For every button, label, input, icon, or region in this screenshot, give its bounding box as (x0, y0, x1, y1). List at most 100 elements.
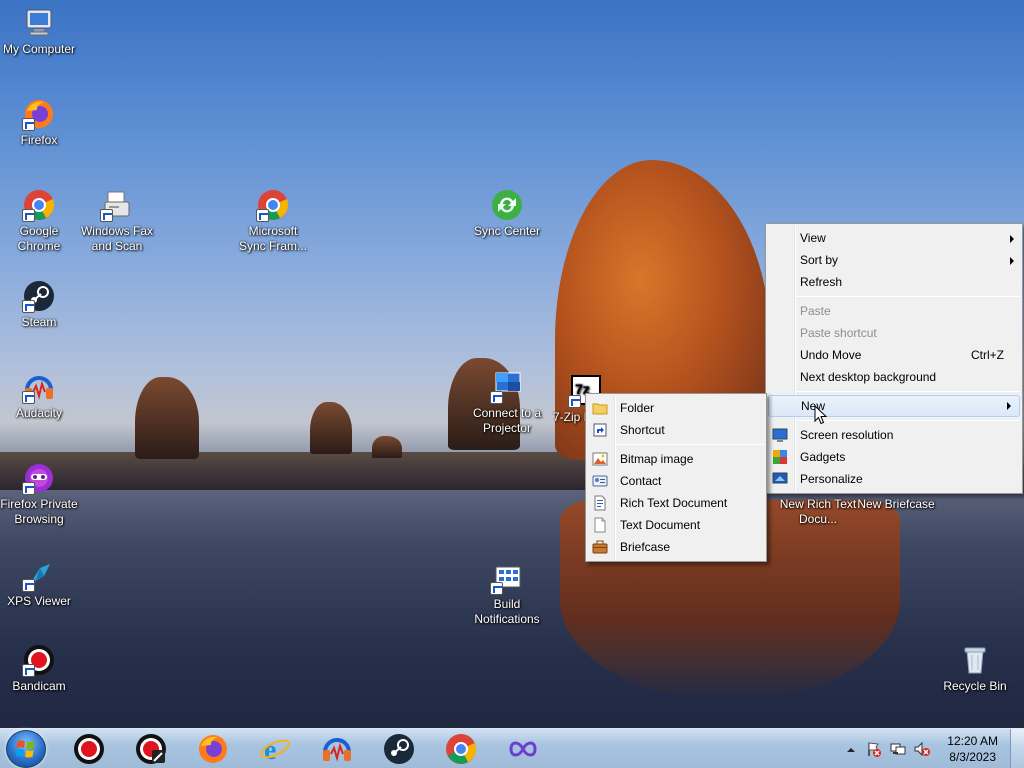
taskbar-chrome[interactable] (444, 732, 478, 766)
bandicam-icon (22, 643, 56, 677)
steam-icon (384, 734, 414, 764)
desktop-icon-new-rich-text[interactable]: New Rich Text Docu... (779, 497, 857, 527)
start-button[interactable] (6, 730, 46, 768)
shortcut-arrow-icon (568, 395, 581, 408)
submenu-item-rich-text[interactable]: Rich Text Document (586, 492, 766, 514)
clock-date: 8/3/2023 (949, 750, 996, 764)
chrome-icon (446, 734, 477, 764)
network-icon[interactable] (890, 741, 906, 757)
desktop-icon-steam[interactable]: Steam (0, 279, 78, 330)
shortcut-arrow-icon (22, 391, 35, 404)
audacity-icon (323, 738, 351, 762)
menu-item-undo-move[interactable]: Undo Move Ctrl+Z (766, 344, 1022, 366)
menu-item-screen-resolution[interactable]: Screen resolution (766, 424, 1022, 446)
desktop-icon-bandicam[interactable]: Bandicam (0, 643, 78, 694)
rich-text-document-icon (592, 495, 608, 511)
folder-icon (592, 400, 608, 416)
screen-resolution-icon (772, 427, 788, 443)
desktop-icon-firefox[interactable]: Firefox (0, 97, 78, 148)
desktop-context-menu: View Sort by Refresh Paste Paste shortcu… (765, 223, 1023, 494)
recycle-bin-icon (958, 643, 992, 677)
menu-separator (796, 296, 1020, 297)
submenu-arrow-icon (1010, 257, 1014, 265)
submenu-item-briefcase[interactable]: Briefcase (586, 536, 766, 558)
desktop[interactable]: My Computer Firefox Google Chrome Steam … (0, 0, 1024, 728)
shortcut-arrow-icon (490, 582, 503, 595)
firefox-icon (199, 735, 227, 763)
submenu-item-folder[interactable]: Folder (586, 397, 766, 419)
desktop-icon-sync-center[interactable]: Sync Center (468, 188, 546, 239)
wallpaper-shore (0, 452, 600, 490)
firefox-icon (22, 97, 56, 131)
desktop-icon-audacity[interactable]: Audacity (0, 370, 78, 421)
submenu-item-bitmap[interactable]: Bitmap image (586, 448, 766, 470)
xps-viewer-icon (22, 558, 56, 592)
taskbar-internet-explorer[interactable]: e (258, 732, 292, 766)
menu-item-paste-shortcut[interactable]: Paste shortcut (766, 322, 1022, 344)
desktop-icon-recycle-bin[interactable]: Recycle Bin (936, 643, 1014, 694)
action-center-flag-icon[interactable] (866, 741, 882, 757)
taskbar-bandicam-settings[interactable] (134, 732, 168, 766)
wallpaper-rock (135, 377, 199, 459)
menu-item-view[interactable]: View (766, 227, 1022, 249)
taskbar-sync[interactable] (506, 732, 540, 766)
volume-muted-icon[interactable] (914, 741, 930, 757)
projector-icon (490, 370, 524, 404)
taskbar-audacity[interactable] (320, 732, 354, 766)
shortcut-arrow-icon (22, 209, 35, 222)
submenu-arrow-icon (1007, 402, 1011, 410)
shortcut-arrow-icon (22, 300, 35, 313)
show-desktop-button[interactable] (1010, 729, 1024, 768)
text-document-icon (592, 517, 608, 533)
desktop-icon-new-briefcase[interactable]: New Briefcase (857, 497, 935, 512)
bandicam-settings-icon (136, 734, 166, 764)
chrome-icon (256, 188, 290, 222)
shortcut-arrow-icon (22, 118, 35, 131)
sync-center-icon (490, 188, 524, 222)
menu-item-refresh[interactable]: Refresh (766, 271, 1022, 293)
submenu-item-shortcut[interactable]: Shortcut (586, 419, 766, 441)
shortcut-arrow-icon (22, 482, 35, 495)
menu-item-sort-by[interactable]: Sort by (766, 249, 1022, 271)
submenu-item-contact[interactable]: Contact (586, 470, 766, 492)
menu-item-paste[interactable]: Paste (766, 300, 1022, 322)
menu-item-gadgets[interactable]: Gadgets (766, 446, 1022, 468)
windows-logo-icon (15, 740, 35, 758)
menu-item-new[interactable]: New (768, 395, 1020, 417)
show-hidden-icons-icon[interactable] (846, 745, 856, 755)
wallpaper-rock (372, 436, 402, 458)
desktop-icon-connect-projector[interactable]: Connect to a Projector (468, 370, 546, 436)
desktop-icon-windows-fax-scan[interactable]: Windows Fax and Scan (78, 188, 156, 254)
desktop-icon-build-notifications[interactable]: Build Notifications (468, 561, 546, 627)
menu-separator (796, 420, 1020, 421)
menu-separator (616, 444, 764, 445)
system-clock[interactable]: 12:20 AM 8/3/2023 (947, 733, 998, 765)
shortcut-icon (592, 422, 608, 438)
menu-item-next-background[interactable]: Next desktop background (766, 366, 1022, 388)
taskbar-firefox[interactable] (196, 732, 230, 766)
submenu-item-text-document[interactable]: Text Document (586, 514, 766, 536)
chrome-icon (22, 188, 56, 222)
mouse-cursor-icon (814, 405, 828, 425)
bitmap-image-icon (592, 451, 608, 467)
desktop-icon-xps-viewer[interactable]: XPS Viewer (0, 558, 78, 609)
contact-icon (592, 473, 608, 489)
taskbar-steam[interactable] (382, 732, 416, 766)
audacity-icon (22, 370, 56, 404)
menu-item-personalize[interactable]: Personalize (766, 468, 1022, 490)
personalize-icon (772, 471, 788, 487)
desktop-icon-google-chrome[interactable]: Google Chrome (0, 188, 78, 254)
firefox-private-icon (22, 461, 56, 495)
fax-scanner-icon (100, 188, 134, 222)
wallpaper-rock (310, 402, 352, 454)
svg-text:e: e (264, 735, 276, 766)
shortcut-key-label: Ctrl+Z (971, 348, 1004, 362)
system-tray (844, 729, 940, 768)
bandicam-icon (74, 734, 104, 764)
internet-explorer-icon: e (260, 735, 290, 766)
desktop-icon-microsoft-sync[interactable]: Microsoft Sync Fram... (234, 188, 312, 254)
desktop-icon-my-computer[interactable]: My Computer (0, 6, 78, 57)
new-submenu: Folder Shortcut Bitmap image Contact Ric… (585, 393, 767, 562)
desktop-icon-firefox-private[interactable]: Firefox Private Browsing (0, 461, 78, 527)
taskbar-bandicam[interactable] (72, 732, 106, 766)
